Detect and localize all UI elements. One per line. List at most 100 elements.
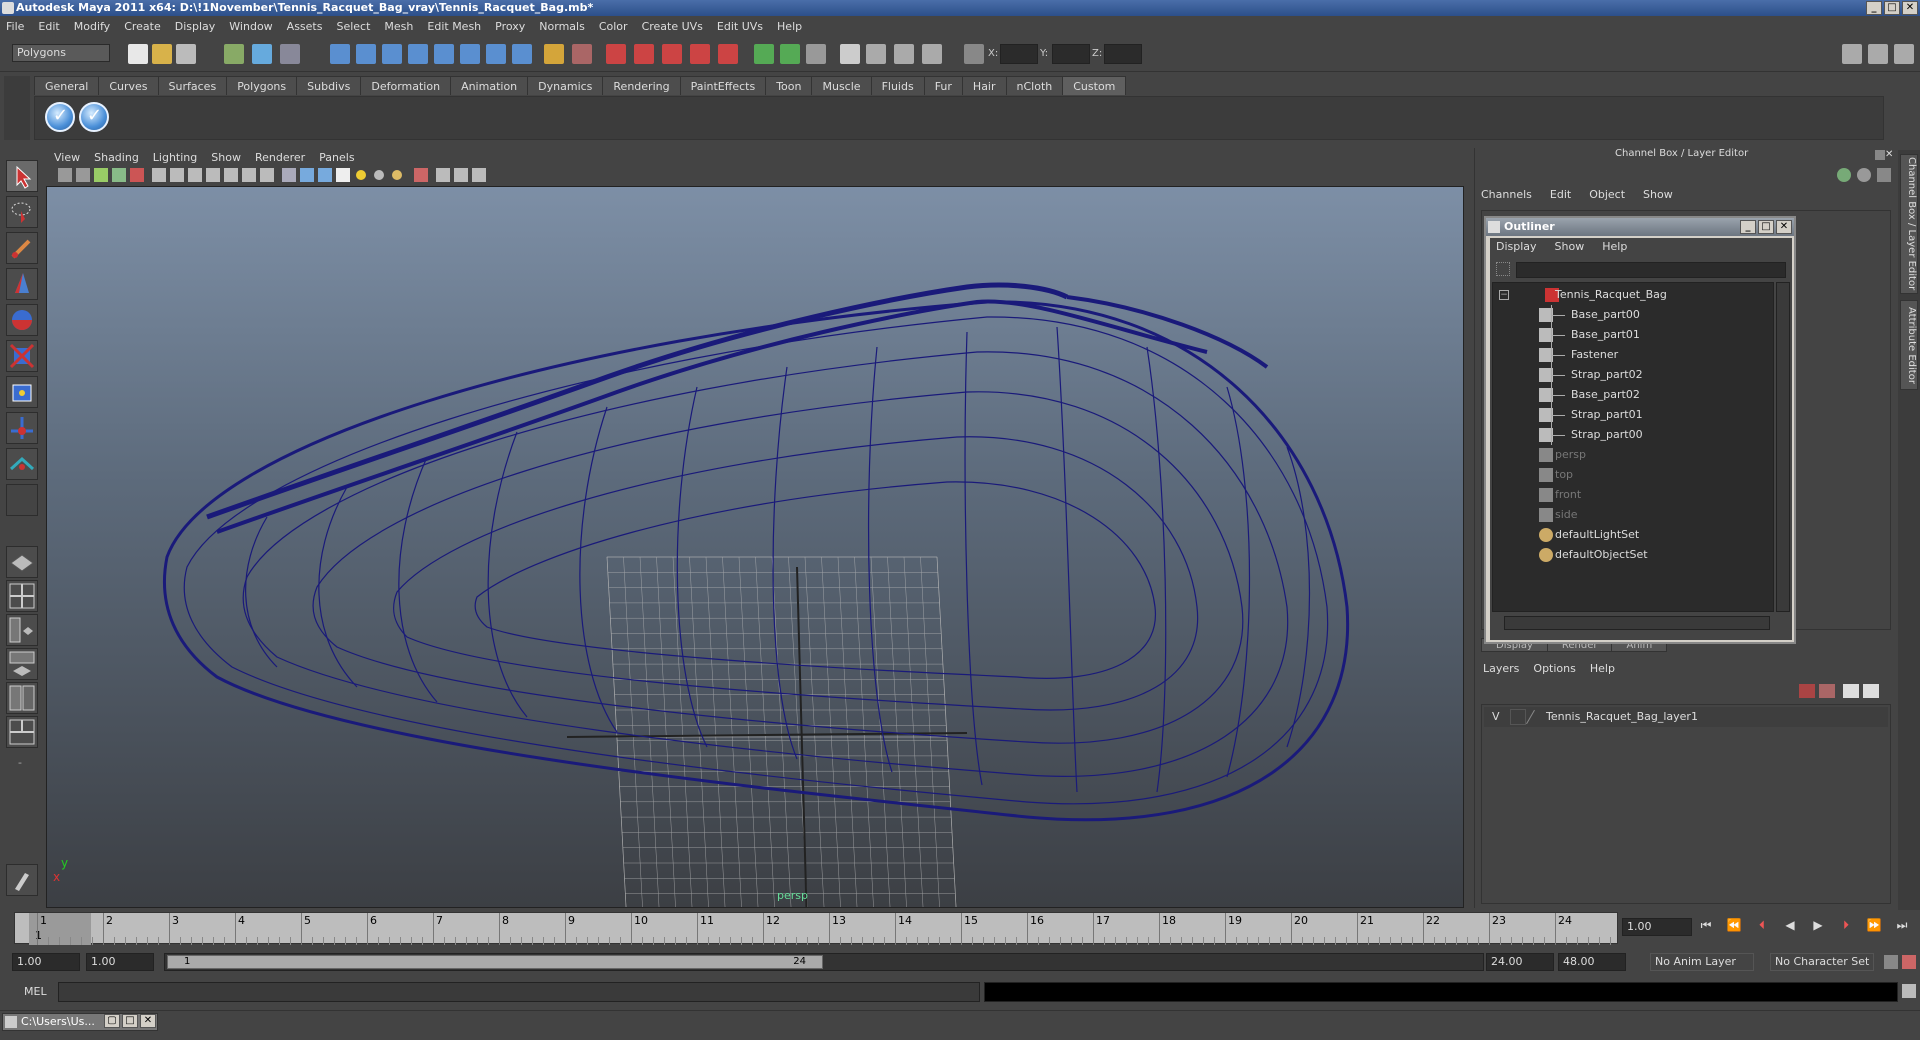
outliner-item[interactable]: Strap_part00: [1493, 425, 1773, 445]
layer-menu-layers[interactable]: Layers: [1483, 662, 1519, 675]
pin-icon[interactable]: [1877, 168, 1891, 182]
outliner-item[interactable]: Strap_part02: [1493, 365, 1773, 385]
shelf-tab-curves[interactable]: Curves: [98, 76, 159, 95]
transform-icon[interactable]: [922, 44, 942, 64]
custom-check-button[interactable]: [45, 102, 75, 132]
camera-select-icon[interactable]: [58, 168, 72, 182]
shelf-tab-fluids[interactable]: Fluids: [870, 76, 925, 95]
maximize-button[interactable]: □: [1884, 1, 1900, 15]
layer-playback-toggle[interactable]: [1510, 709, 1526, 725]
xray-icon[interactable]: [414, 168, 428, 182]
all-lights-icon[interactable]: [374, 170, 384, 180]
collapse-toggle-icon[interactable]: −: [1499, 290, 1509, 300]
backface-culling-icon[interactable]: [472, 168, 486, 182]
menu-display[interactable]: Display: [175, 20, 216, 33]
shelf-tab-toon[interactable]: Toon: [765, 76, 813, 95]
go-to-end-icon[interactable]: ⏭: [1892, 918, 1912, 938]
magnet-icon[interactable]: [718, 44, 738, 64]
outliner-item[interactable]: defaultLightSet: [1493, 525, 1773, 545]
play-backwards-icon[interactable]: ◀: [1780, 918, 1800, 938]
new-scene-icon[interactable]: [128, 44, 148, 64]
channel-icon[interactable]: [1857, 168, 1871, 182]
outliner-item[interactable]: Base_part01: [1493, 325, 1773, 345]
outliner-item[interactable]: side: [1493, 505, 1773, 525]
mel-label[interactable]: MEL: [24, 985, 47, 998]
outliner-menu-help[interactable]: Help: [1602, 240, 1627, 253]
textured-icon[interactable]: [336, 168, 350, 182]
side-tab-channel-box[interactable]: Channel Box / Layer Editor: [1900, 154, 1918, 294]
outliner-maximize-button[interactable]: □: [1758, 220, 1774, 234]
outliner-vertical-scrollbar[interactable]: [1776, 282, 1790, 612]
outliner-menu-show[interactable]: Show: [1555, 240, 1585, 253]
sidebar-toggle-icon[interactable]: [1842, 44, 1862, 64]
hypershade-icon[interactable]: [840, 44, 860, 64]
viewport-menu-panels[interactable]: Panels: [319, 151, 354, 164]
wireframe-icon[interactable]: [282, 168, 296, 182]
key-icon[interactable]: [1884, 955, 1898, 969]
menu-window[interactable]: Window: [229, 20, 272, 33]
gate-mask-icon[interactable]: [206, 168, 220, 182]
range-slider-handle[interactable]: 1 24: [167, 955, 823, 969]
save-scene-icon[interactable]: [176, 44, 196, 64]
mel-command-input[interactable]: [58, 982, 980, 1002]
film-gate-icon[interactable]: [170, 168, 184, 182]
select-object-icon[interactable]: [252, 44, 272, 64]
menu-edit[interactable]: Edit: [38, 20, 59, 33]
shelf-tab-muscle[interactable]: Muscle: [811, 76, 872, 95]
shelf-tab-general[interactable]: General: [34, 76, 100, 95]
outliner-item[interactable]: persp: [1493, 445, 1773, 465]
z-field[interactable]: [1104, 44, 1142, 64]
render-view-icon[interactable]: [780, 44, 800, 64]
outliner-item[interactable]: front: [1493, 485, 1773, 505]
menu-create[interactable]: Create: [124, 20, 161, 33]
four-pane-layout-icon[interactable]: [6, 580, 38, 612]
range-slider-track[interactable]: 1 24: [164, 953, 1484, 971]
history-icon[interactable]: [486, 44, 506, 64]
history-icon[interactable]: [460, 44, 480, 64]
rotate-tool-icon[interactable]: [6, 304, 38, 336]
smooth-shade-icon[interactable]: [300, 168, 314, 182]
shelf-tab-animation[interactable]: Animation: [450, 76, 529, 95]
step-forward-key-icon[interactable]: ⏩: [1864, 918, 1884, 938]
restore-window-button[interactable]: ▢: [104, 1014, 120, 1028]
outliner-filter-input[interactable]: [1516, 262, 1786, 278]
ipr-render-icon[interactable]: [754, 44, 774, 64]
new-layer-selected-icon[interactable]: [1819, 684, 1835, 698]
shelf-tab-custom[interactable]: Custom: [1062, 76, 1127, 95]
default-light-icon[interactable]: [356, 170, 366, 180]
channel-icon[interactable]: [1837, 168, 1851, 182]
help-icon[interactable]: [512, 44, 532, 64]
layer-name[interactable]: Tennis_Racquet_Bag_layer1: [1546, 710, 1698, 723]
snap-curve-icon[interactable]: [356, 44, 376, 64]
close-window-button[interactable]: ✕: [140, 1014, 156, 1028]
menu-edit-uvs[interactable]: Edit UVs: [717, 20, 763, 33]
channelbox-menu-show[interactable]: Show: [1643, 188, 1673, 201]
outliner-filter-icon[interactable]: [1496, 262, 1510, 276]
anim-layer-dropdown[interactable]: No Anim Layer: [1650, 953, 1754, 971]
render-settings-icon[interactable]: [806, 44, 826, 64]
outliner-minimize-button[interactable]: _: [1740, 220, 1756, 234]
playback-end-field[interactable]: 24.00: [1486, 953, 1554, 971]
outliner-item[interactable]: defaultObjectSet: [1493, 545, 1773, 565]
safe-action-icon[interactable]: [242, 168, 256, 182]
character-set-dropdown[interactable]: No Character Set: [1770, 953, 1874, 971]
go-to-start-icon[interactable]: ⏮: [1696, 918, 1716, 938]
xray-joints-icon[interactable]: [454, 168, 468, 182]
shelf-menu-handle[interactable]: [4, 76, 30, 140]
menu-create-uvs[interactable]: Create UVs: [642, 20, 703, 33]
paint-brush-icon[interactable]: [6, 864, 38, 896]
shadows-icon[interactable]: [392, 170, 402, 180]
menu-select[interactable]: Select: [336, 20, 370, 33]
outliner-titlebar[interactable]: Outliner _ □ ✕: [1486, 218, 1794, 236]
shelf-tab-polygons[interactable]: Polygons: [226, 76, 298, 95]
step-back-key-icon[interactable]: ⏪: [1724, 918, 1744, 938]
menu-modify[interactable]: Modify: [74, 20, 110, 33]
menu-help[interactable]: Help: [777, 20, 802, 33]
preferences-icon[interactable]: [1902, 955, 1916, 969]
move-layer-up-icon[interactable]: [1843, 684, 1859, 698]
toolsettings-toggle-icon[interactable]: [1894, 44, 1914, 64]
snap-plane-icon[interactable]: [408, 44, 428, 64]
shelf-tab-deformation[interactable]: Deformation: [360, 76, 452, 95]
play-forwards-icon[interactable]: ▶: [1808, 918, 1828, 938]
lock-icon[interactable]: [544, 44, 564, 64]
